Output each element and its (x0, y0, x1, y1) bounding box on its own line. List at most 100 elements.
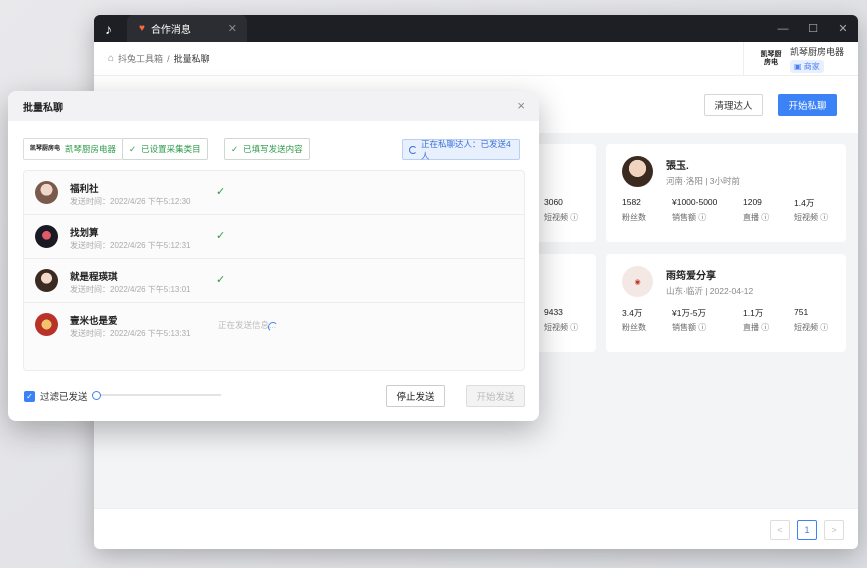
sent-check-icon: ✓ (216, 274, 226, 286)
send-time: 发送时间：2022/4/26 下午5:12:30 (70, 197, 191, 206)
dialog-header: 批量私聊 × (8, 91, 539, 121)
help-icon[interactable]: ⓘ (761, 213, 769, 222)
stat-label: 直播 ⓘ (743, 212, 769, 223)
recipient-name: 找划算 (70, 228, 99, 239)
prev-page-button[interactable]: < (770, 520, 790, 540)
stat-label: 粉丝数 (622, 323, 646, 332)
page-button[interactable]: 1 (797, 520, 817, 540)
shop-logo: 凯琴厨房电 (760, 51, 782, 66)
shop-name: 凯琴厨房电器 (789, 47, 844, 57)
stat-label-text: 短视频 (544, 213, 568, 222)
shop-info[interactable]: 凯琴厨房电 凯琴厨房电器 ▣ 商家 (742, 42, 858, 76)
stat-label-text: 短视频 (544, 323, 568, 332)
breadcrumb-separator: / (167, 53, 170, 64)
breadcrumb-current: 批量私聊 (173, 54, 210, 64)
avatar (35, 313, 58, 336)
help-icon[interactable]: ⓘ (570, 213, 578, 222)
stat-label: 短视频 ⓘ (544, 212, 578, 223)
shop-mini-logo: 凯琴厨房电 (30, 145, 61, 152)
help-icon[interactable]: ⓘ (570, 323, 578, 332)
stat-label: 销售额 ⓘ (672, 212, 706, 223)
help-icon[interactable]: ⓘ (698, 323, 706, 332)
influencer-name: 張玉. (666, 161, 689, 172)
start-chat-button[interactable]: 开始私聊 (778, 94, 837, 116)
stat-label: 直播 ⓘ (743, 322, 769, 333)
stat-label: 销售额 ⓘ (672, 322, 706, 333)
list-item: 福利社 发送时间：2022/4/26 下午5:12:30 ✓ (24, 171, 524, 215)
avatar: ◉ (622, 266, 653, 297)
stop-sending-button[interactable]: 停止发送 (386, 385, 445, 407)
influencer-location: 山东·临沂 | 2022-04-12 (666, 286, 754, 296)
tab-cooperation-messages[interactable]: ♥ 合作消息 ✕ (127, 15, 247, 42)
clear-influencers-button[interactable]: 清理达人 (704, 94, 763, 116)
help-icon[interactable]: ⓘ (820, 323, 828, 332)
send-list[interactable]: 福利社 发送时间：2022/4/26 下午5:12:30 ✓ 找划算 发送时间：… (23, 170, 525, 371)
shop-tag-label: 凯琴厨房电器 (65, 144, 117, 154)
stat-value: 1582 (622, 197, 641, 207)
stat-value: 751 (794, 307, 809, 317)
close-icon[interactable]: × (517, 98, 525, 113)
close-window-icon[interactable]: ✕ (828, 15, 858, 42)
avatar (35, 269, 58, 292)
stat-label-text: 直播 (743, 323, 759, 332)
checkbox-checked-icon[interactable]: ✓ (24, 390, 35, 402)
category-set-label: 已设置采集类目 (141, 144, 201, 154)
pagination: < 1 > (94, 508, 858, 549)
dialog-title: 批量私聊 (23, 102, 63, 114)
help-icon[interactable]: ⓘ (820, 213, 828, 222)
avatar (622, 156, 653, 187)
sent-check-icon: ✓ (216, 186, 226, 198)
stat-value: 1.1万 (743, 308, 764, 318)
stat-value: 1.4万 (794, 198, 815, 208)
stat-value: ¥1000-5000 (672, 197, 718, 207)
spinner-icon (409, 145, 417, 154)
stat-value: 3060 (544, 197, 563, 207)
stat-label: 粉丝数 (622, 213, 646, 222)
influencer-card[interactable]: ◉ 雨筠爱分享 山东·临沂 | 2022-04-12 3.4万 ¥1万-5万 1… (606, 254, 846, 352)
breadcrumb: ⌂ 抖兔工具箱 / 批量私聊 (108, 52, 210, 65)
minimize-icon[interactable]: — (768, 15, 798, 42)
send-time: 发送时间：2022/4/26 下午5:12:31 (70, 241, 191, 250)
stat-value: 9433 (544, 307, 563, 317)
batch-chat-dialog: 批量私聊 × 凯琴厨房电 凯琴厨房电器 ✓ 已设置采集类目 ✓ 已填写发送内容 … (8, 91, 539, 421)
recipient-name: 壹米也是爱 (70, 316, 118, 327)
list-item: 壹米也是爱 发送时间：2022/4/26 下午5:13:31 正在发送信息... (24, 303, 524, 347)
tab-close-icon[interactable]: ✕ (228, 22, 237, 35)
stat-value: 1209 (743, 197, 762, 207)
help-icon[interactable]: ⓘ (761, 323, 769, 332)
progress-slider[interactable] (92, 391, 221, 400)
sent-check-icon: ✓ (216, 230, 226, 242)
recipient-name: 就是程瑛琪 (70, 272, 118, 283)
header: ⌂ 抖兔工具箱 / 批量私聊 凯琴厨房电 凯琴厨房电器 ▣ 商家 (94, 42, 858, 76)
shop-tag: 凯琴厨房电 凯琴厨房电器 (23, 138, 124, 160)
stat-label: 短视频 ⓘ (794, 322, 828, 333)
slider-handle[interactable] (92, 391, 101, 400)
maximize-icon[interactable]: ☐ (798, 15, 828, 42)
breadcrumb-root[interactable]: 抖兔工具箱 (118, 52, 163, 65)
shop-badge-label: 商家 (803, 62, 820, 71)
stat-value: ¥1万-5万 (672, 308, 707, 318)
stat-label: 短视频 ⓘ (544, 322, 578, 333)
filter-sent-label: 过滤已发送 (40, 392, 88, 403)
sending-status-text: 正在私聊达人：已发送4人 (420, 138, 511, 161)
influencer-card[interactable]: 張玉. 河南·洛阳 | 3小时前 1582 ¥1000-5000 1209 1.… (606, 144, 846, 242)
next-page-button[interactable]: > (824, 520, 844, 540)
home-icon[interactable]: ⌂ (108, 53, 114, 64)
list-item: 就是程瑛琪 发送时间：2022/4/26 下午5:13:01 ✓ (24, 259, 524, 303)
start-sending-button[interactable]: 开始发送 (466, 385, 525, 407)
stat-label: 短视频 ⓘ (794, 212, 828, 223)
recipient-name: 福利社 (70, 184, 99, 195)
shop-badge: ▣ 商家 (789, 60, 824, 73)
stat-label-text: 短视频 (794, 323, 818, 332)
sending-status-badge: 正在私聊达人：已发送4人 (402, 138, 520, 161)
filter-sent-checkbox[interactable]: ✓ 过滤已发送 (24, 389, 88, 403)
help-icon[interactable]: ⓘ (698, 213, 706, 222)
send-time: 发送时间：2022/4/26 下午5:13:31 (70, 329, 191, 338)
stat-label-text: 销售额 (672, 323, 696, 332)
influencer-name: 雨筠爱分享 (666, 271, 716, 282)
tab-label: 合作消息 (150, 25, 191, 36)
category-set-tag: ✓ 已设置采集类目 (122, 138, 208, 160)
stat-label-text: 短视频 (794, 213, 818, 222)
send-time: 发送时间：2022/4/26 下午5:13:01 (70, 285, 191, 294)
content-set-label: 已填写发送内容 (243, 144, 303, 154)
